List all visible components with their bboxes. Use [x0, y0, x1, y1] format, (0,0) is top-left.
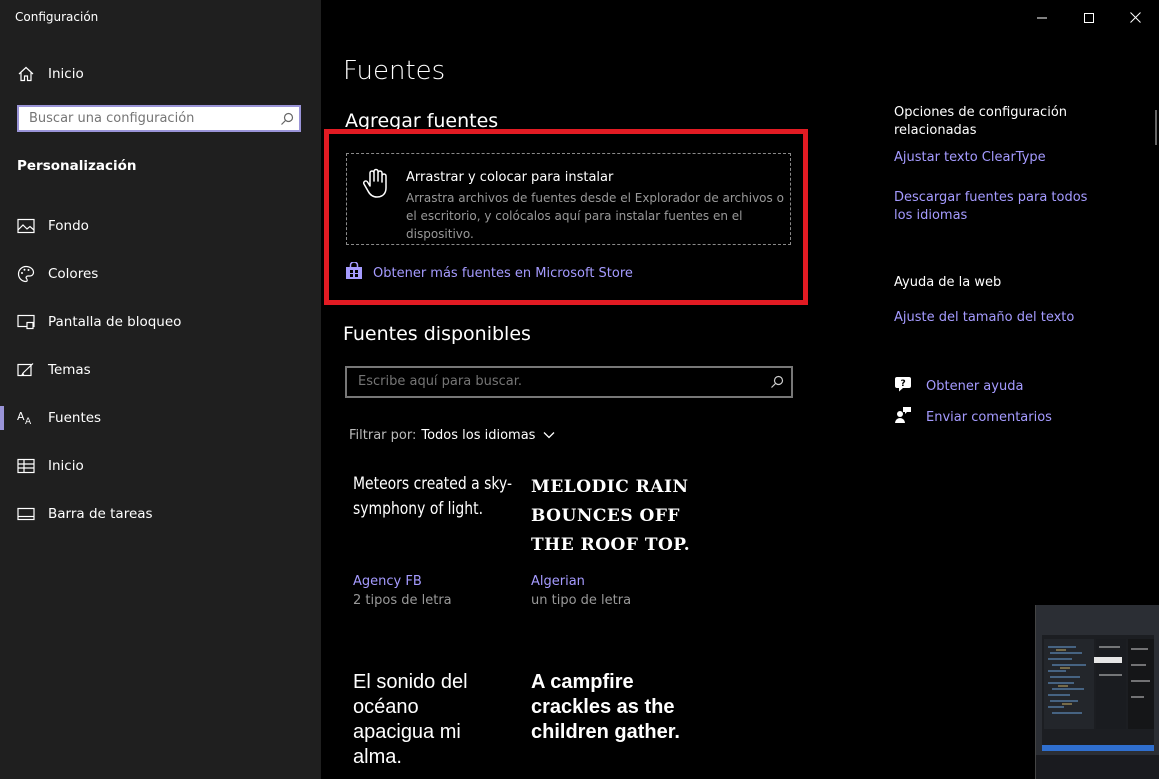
sidebar-item-label: Pantalla de bloqueo	[48, 314, 182, 330]
font-sample: Meteors created a sky-symphony of light.	[353, 474, 512, 519]
sidebar-item-temas[interactable]: Temas	[0, 350, 321, 390]
main-content: Fuentes Agregar fuentes Arrastrar y colo…	[321, 0, 1159, 779]
font-face-count: un tipo de letra	[531, 593, 632, 608]
chevron-down-icon	[543, 428, 555, 443]
search-icon	[770, 374, 784, 393]
font-name: Agency FB	[353, 574, 422, 589]
font-search-input[interactable]	[356, 373, 760, 390]
available-fonts-heading: Fuentes disponibles	[343, 323, 531, 345]
settings-search-box[interactable]	[17, 105, 301, 132]
get-help-label: Obtener ayuda	[926, 378, 1024, 394]
close-icon	[1129, 8, 1141, 27]
sidebar-item-inicio[interactable]: Inicio	[0, 446, 321, 486]
font-card-3[interactable]: El sonido del océano apacigua mi alma.	[353, 670, 528, 770]
sidebar-item-home[interactable]: Inicio	[0, 58, 321, 90]
svg-text:A: A	[17, 410, 25, 423]
cleartype-link[interactable]: Ajustar texto ClearType	[894, 149, 1124, 167]
window-preview-thumbnail	[1035, 605, 1159, 779]
page-title: Fuentes	[343, 56, 446, 86]
get-help-link[interactable]: ? Obtener ayuda	[894, 375, 1023, 397]
font-face-count: 2 tipos de letra	[353, 593, 452, 608]
sidebar-item-barra-de-tareas[interactable]: Barra de tareas	[0, 494, 321, 534]
font-name: Algerian	[531, 574, 585, 589]
home-icon	[17, 65, 35, 83]
font-sample: MELODIC RAIN BOUNCES OFF THE ROOF TOP.	[531, 477, 691, 555]
maximize-icon	[1084, 8, 1094, 27]
font-sample: A campfire crackles as the children gath…	[531, 671, 680, 743]
sidebar-item-label: Temas	[48, 362, 91, 378]
sidebar-item-label: Colores	[48, 266, 99, 282]
minimize-button[interactable]	[1019, 0, 1065, 34]
minimize-icon	[1037, 8, 1047, 27]
sidebar-item-pantalla-de-bloqueo[interactable]: Pantalla de bloqueo	[0, 302, 321, 342]
fonts-icon: AA	[17, 409, 35, 427]
maximize-button[interactable]	[1066, 0, 1112, 34]
font-card-algerian[interactable]: MELODIC RAIN BOUNCES OFF THE ROOF TOP. A…	[531, 473, 706, 608]
send-feedback-label: Enviar comentarios	[926, 409, 1052, 425]
sidebar-section-heading: Personalización	[17, 158, 137, 174]
send-feedback-link[interactable]: Enviar comentarios	[894, 406, 1052, 428]
help-chat-icon: ?	[894, 375, 912, 397]
active-indicator	[0, 406, 4, 430]
settings-search-input[interactable]	[27, 110, 271, 127]
text-size-help-link[interactable]: Ajuste del tamaño del texto	[894, 309, 1124, 327]
font-card-agency-fb[interactable]: Meteors created a sky-symphony of light.…	[353, 472, 528, 608]
download-fonts-link[interactable]: Descargar fuentes para todos los idiomas	[894, 189, 1109, 225]
filter-label: Filtrar por:	[349, 428, 417, 443]
search-icon	[280, 111, 294, 130]
highlight-box	[324, 129, 808, 305]
filter-value: Todos los idiomas	[421, 428, 536, 443]
start-icon	[17, 457, 35, 475]
sidebar-item-fondo[interactable]: Fondo	[0, 206, 321, 246]
taskbar-icon	[17, 505, 35, 523]
sidebar-item-label: Barra de tareas	[48, 506, 153, 522]
font-card-4[interactable]: A campfire crackles as the children gath…	[531, 670, 706, 745]
sidebar-home-label: Inicio	[48, 66, 84, 82]
window-title: Configuración	[15, 10, 99, 24]
sidebar-item-label: Fondo	[48, 218, 89, 234]
sidebar-item-colores[interactable]: Colores	[0, 254, 321, 294]
web-help-heading: Ayuda de la web	[894, 275, 1002, 290]
font-sample: El sonido del océano apacigua mi alma.	[353, 671, 468, 768]
feedback-icon	[894, 406, 912, 428]
related-settings-heading: Opciones de configuración relacionadas	[894, 105, 1068, 138]
sidebar-item-label: Fuentes	[48, 410, 102, 426]
lock-screen-icon	[17, 313, 35, 331]
scrollbar[interactable]	[1155, 110, 1157, 145]
themes-icon	[17, 361, 35, 379]
sidebar: Configuración Inicio Personalización Fon…	[0, 0, 321, 779]
sidebar-item-fuentes[interactable]: AA Fuentes	[0, 398, 321, 438]
language-filter[interactable]: Filtrar por: Todos los idiomas	[349, 428, 555, 443]
sidebar-item-label: Inicio	[48, 458, 84, 474]
picture-icon	[17, 217, 35, 235]
palette-icon	[17, 265, 35, 283]
close-button[interactable]	[1112, 0, 1158, 34]
svg-text:?: ?	[901, 379, 906, 389]
font-search-box[interactable]	[345, 366, 793, 398]
svg-text:A: A	[25, 417, 32, 426]
